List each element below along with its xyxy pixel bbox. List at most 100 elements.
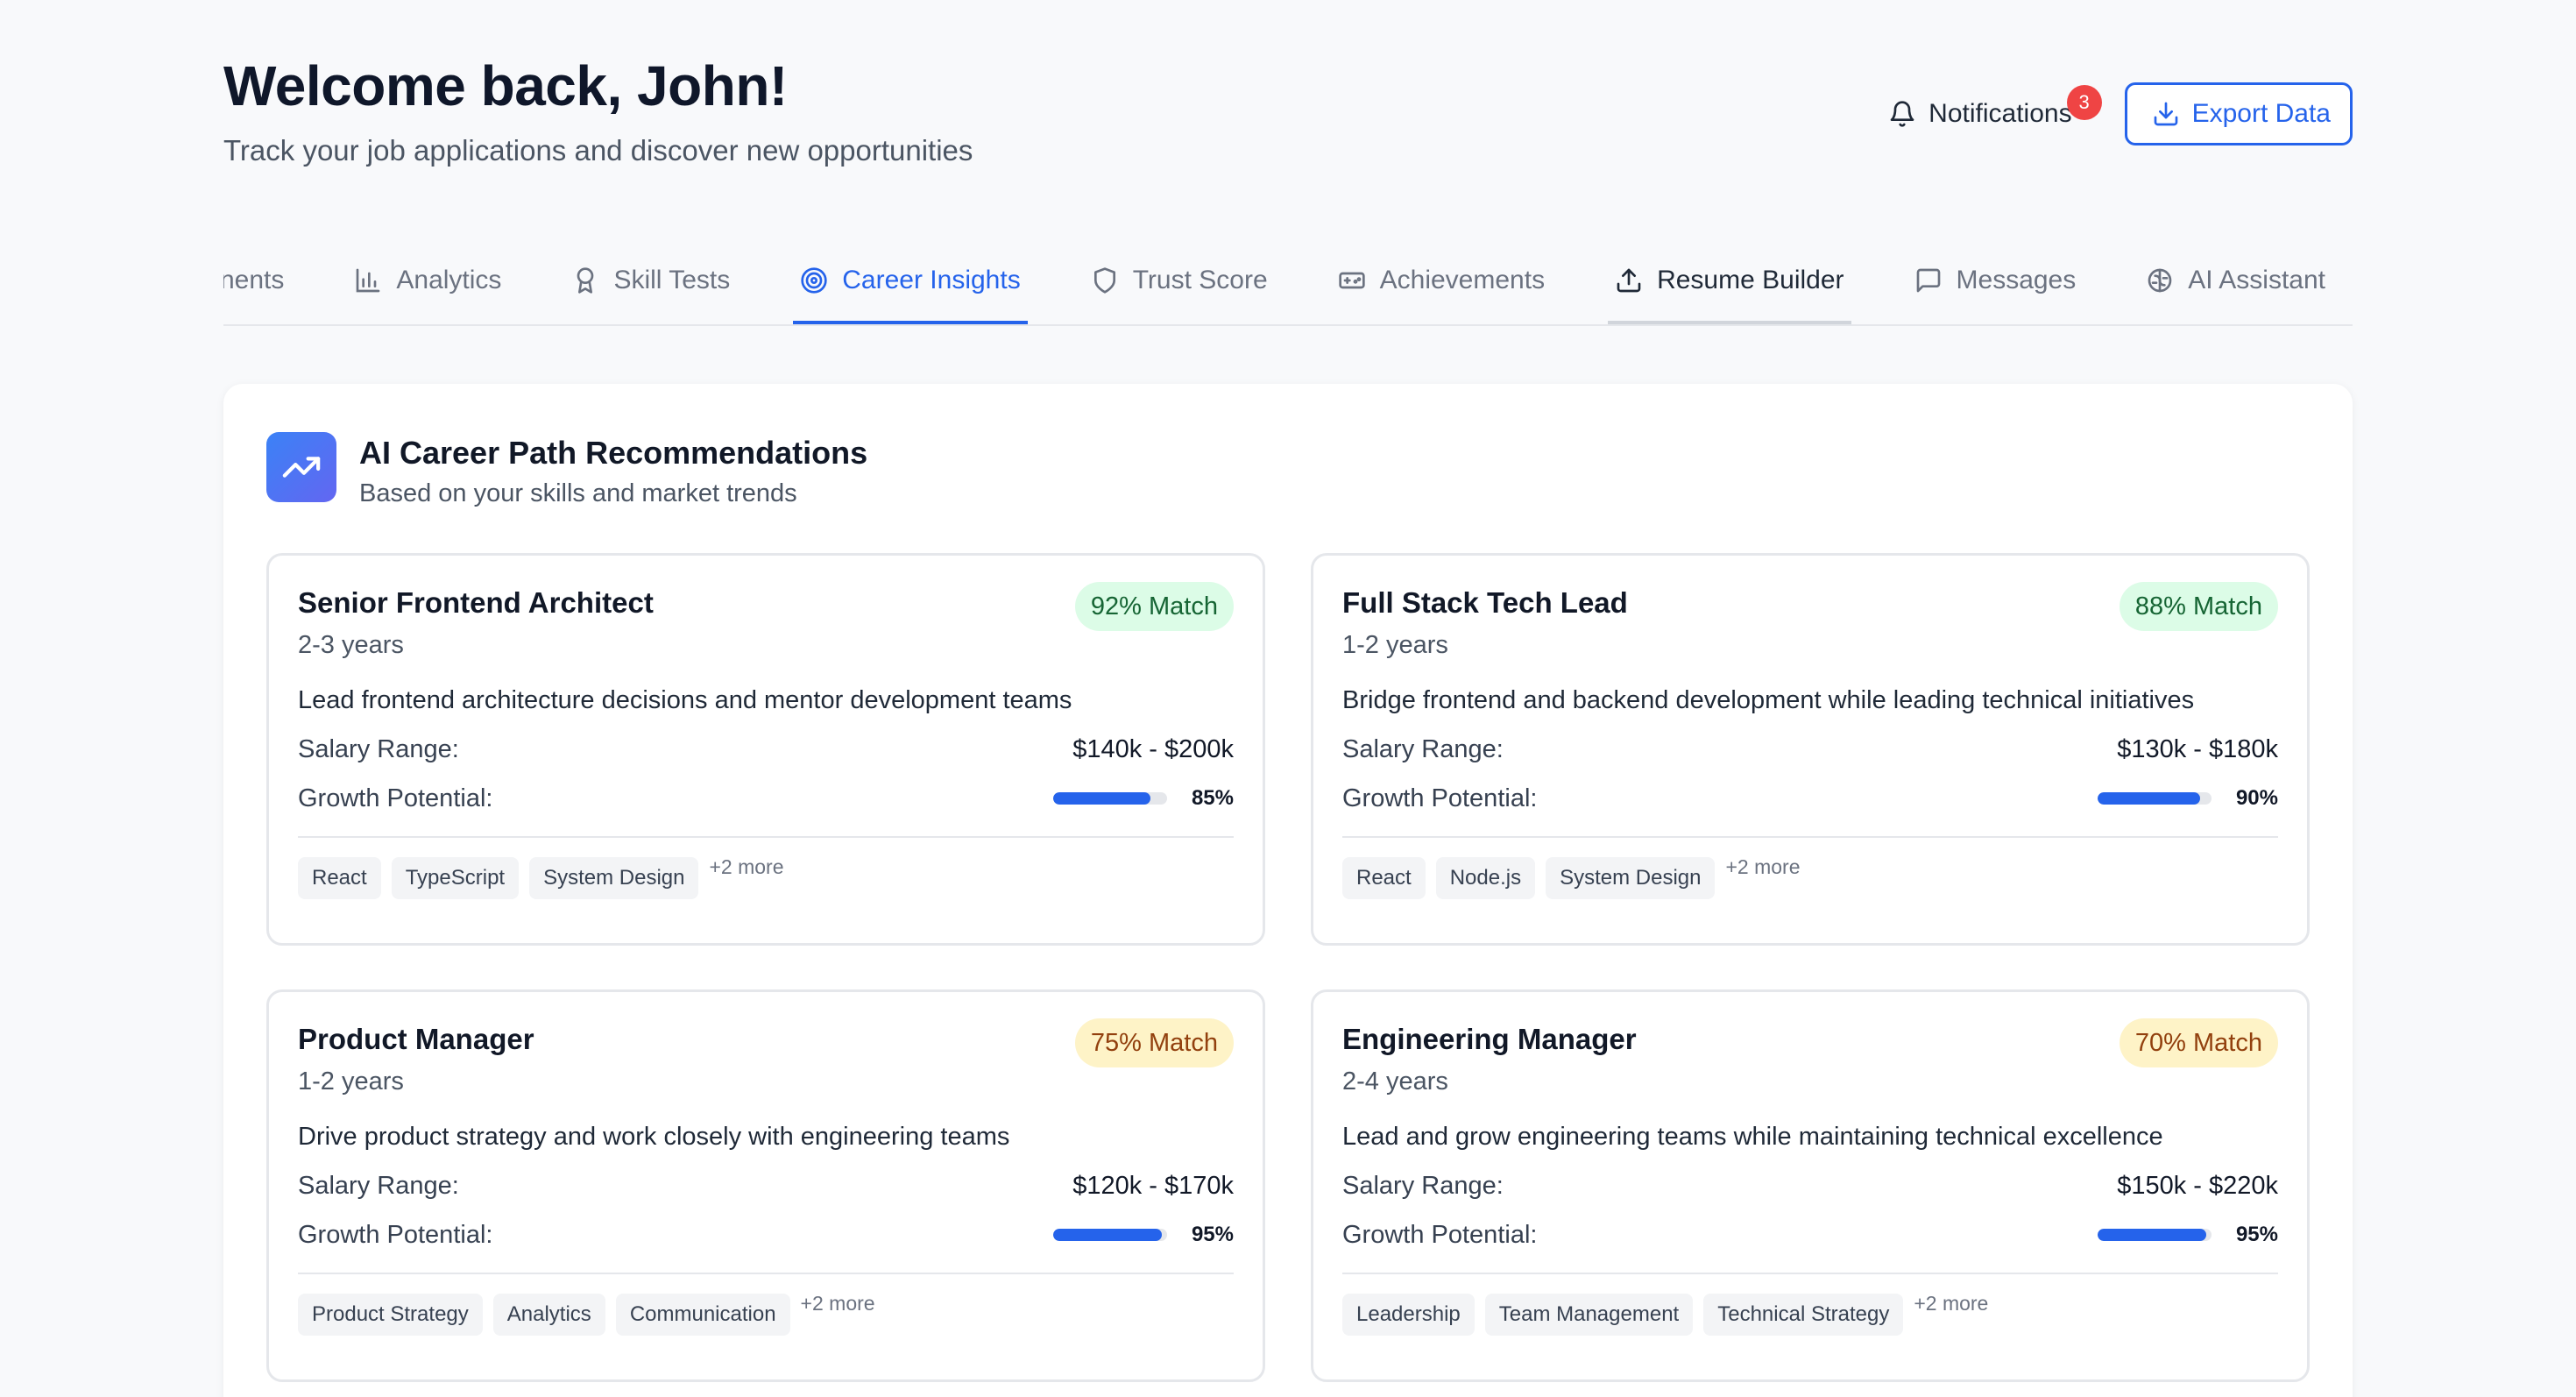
skill-tag: React [298, 857, 381, 899]
growth-label: Growth Potential: [298, 1220, 493, 1249]
salary-value: $140k - $200k [1072, 734, 1234, 763]
notifications-badge: 3 [2066, 85, 2102, 120]
trending-up-icon [266, 432, 336, 502]
gamepad-icon [1338, 272, 1365, 289]
career-description: Drive product strategy and work closely … [298, 1123, 1010, 1151]
growth-row: Growth Potential: 90% [1342, 784, 2278, 813]
skill-tag: TypeScript [391, 857, 520, 899]
growth-percent: 95% [1191, 1223, 1234, 1246]
career-recommendations-panel: AI Career Path Recommendations Based on … [223, 384, 2353, 1397]
salary-value: $130k - $180k [2117, 734, 2278, 763]
salary-row: Salary Range: $130k - $180k [1342, 734, 2278, 764]
tab-label: Messages [1956, 266, 2077, 294]
export-data-label: Export Data [2191, 99, 2331, 128]
salary-label: Salary Range: [1342, 734, 1504, 763]
growth-row: Growth Potential: 95% [298, 1220, 1234, 1250]
growth-row: Growth Potential: 85% [298, 784, 1234, 813]
header-actions: Notifications 3 Export Data [1885, 82, 2353, 145]
tab-trust-score[interactable]: Trust Score [1084, 237, 1275, 324]
career-description: Lead and grow engineering teams while ma… [1342, 1123, 2163, 1151]
skill-tag: Analytics [492, 1294, 605, 1336]
growth-label: Growth Potential: [1342, 1220, 1538, 1249]
growth-label: Growth Potential: [298, 784, 493, 812]
tab-label: Resume Builder [1657, 266, 1844, 294]
tab-career-insights[interactable]: Career Insights [793, 237, 1029, 324]
growth-bar-fill [2098, 1229, 2206, 1241]
upload-icon [1617, 268, 1641, 293]
notifications-button[interactable]: Notifications 3 [1885, 83, 2102, 145]
skill-tag: React [1342, 857, 1426, 899]
tab-label: Career Insights [842, 266, 1021, 294]
career-card[interactable]: Engineering Manager 2-4 years 70% Match … [1311, 989, 2310, 1382]
match-badge: 88% Match [2119, 582, 2278, 631]
more-tags: +2 more [1914, 1292, 1989, 1315]
career-card[interactable]: Senior Frontend Architect 2-3 years 92% … [266, 553, 1265, 946]
skill-tag: System Design [1546, 857, 1716, 899]
skill-tags: Leadership Team Management Technical Str… [1342, 1292, 2278, 1336]
growth-row: Growth Potential: 95% [1342, 1220, 2278, 1250]
growth-percent: 85% [1191, 786, 1234, 810]
message-icon [1916, 268, 1940, 293]
tab-label: Trust Score [1132, 266, 1268, 294]
growth-label: Growth Potential: [1342, 784, 1538, 812]
tab-ai-assistant[interactable]: AI Assistant [2139, 237, 2332, 324]
growth-bar [1053, 792, 1167, 805]
skill-tags: React Node.js System Design +2 more [1342, 855, 2278, 899]
tab-skill-tests[interactable]: Skill Tests [564, 237, 737, 324]
shield-icon [1093, 267, 1115, 294]
more-tags: +2 more [800, 1292, 875, 1315]
skill-tag: System Design [529, 857, 699, 899]
notifications-label: Notifications [1928, 99, 2072, 128]
match-badge: 70% Match [2119, 1018, 2278, 1067]
growth-bar-fill [1053, 1229, 1162, 1241]
skill-tag: Communication [615, 1294, 790, 1336]
career-years: 2-3 years [298, 631, 404, 659]
tab-label: nents [223, 266, 285, 294]
export-data-button[interactable]: Export Data [2124, 82, 2353, 145]
skill-tag: Leadership [1342, 1294, 1475, 1336]
tab-label: Skill Tests [613, 266, 731, 294]
salary-row: Salary Range: $140k - $200k [298, 734, 1234, 764]
page-header: Welcome back, John! Track your job appli… [223, 51, 2353, 182]
skill-tag: Team Management [1484, 1294, 1694, 1336]
page: Welcome back, John! Track your job appli… [0, 0, 2576, 1397]
brain-icon [2148, 268, 2172, 293]
growth-bar [2098, 792, 2212, 805]
match-badge: 92% Match [1074, 582, 1234, 631]
more-tags: +2 more [1725, 855, 1801, 878]
tab-resume-builder[interactable]: Resume Builder [1608, 237, 1851, 324]
salary-label: Salary Range: [298, 734, 459, 763]
tab-label: Achievements [1379, 266, 1546, 294]
bell-icon [1890, 101, 1914, 127]
skill-tag: Product Strategy [298, 1294, 483, 1336]
growth-bar-fill [1053, 792, 1150, 805]
salary-label: Salary Range: [1342, 1171, 1504, 1200]
panel-header: AI Career Path Recommendations Based on … [266, 432, 867, 508]
divider [1342, 836, 2278, 838]
career-description: Bridge frontend and backend development … [1342, 686, 2195, 714]
panel-subtitle: Based on your skills and market trends [359, 479, 797, 507]
tab-label: AI Assistant [2188, 266, 2325, 294]
tab-achievements[interactable]: Achievements [1331, 237, 1552, 324]
skill-tag: Node.js [1435, 857, 1536, 899]
career-years: 1-2 years [298, 1067, 404, 1096]
tab-partial[interactable]: nents [223, 237, 291, 324]
growth-percent: 95% [2235, 1223, 2278, 1246]
career-years: 2-4 years [1342, 1067, 1448, 1096]
salary-value: $120k - $170k [1072, 1171, 1234, 1200]
growth-bar [1053, 1229, 1167, 1241]
salary-row: Salary Range: $120k - $170k [298, 1171, 1234, 1201]
tab-analytics[interactable]: Analytics [347, 237, 508, 324]
target-icon [801, 267, 827, 294]
panel-title: AI Career Path Recommendations [359, 435, 868, 471]
career-card[interactable]: Product Manager 1-2 years 75% Match Driv… [266, 989, 1265, 1382]
career-card-grid: Senior Frontend Architect 2-3 years 92% … [266, 553, 2310, 1382]
career-years: 1-2 years [1342, 631, 1448, 659]
match-badge: 75% Match [1074, 1018, 1234, 1067]
career-card[interactable]: Full Stack Tech Lead 1-2 years 88% Match… [1311, 553, 2310, 946]
skill-tag: Technical Strategy [1703, 1294, 1904, 1336]
tab-bar: nents Analytics Skill Tests Career Insig… [223, 237, 2353, 326]
salary-value: $150k - $220k [2117, 1171, 2278, 1200]
growth-bar [2098, 1229, 2212, 1241]
tab-messages[interactable]: Messages [1907, 237, 2084, 324]
